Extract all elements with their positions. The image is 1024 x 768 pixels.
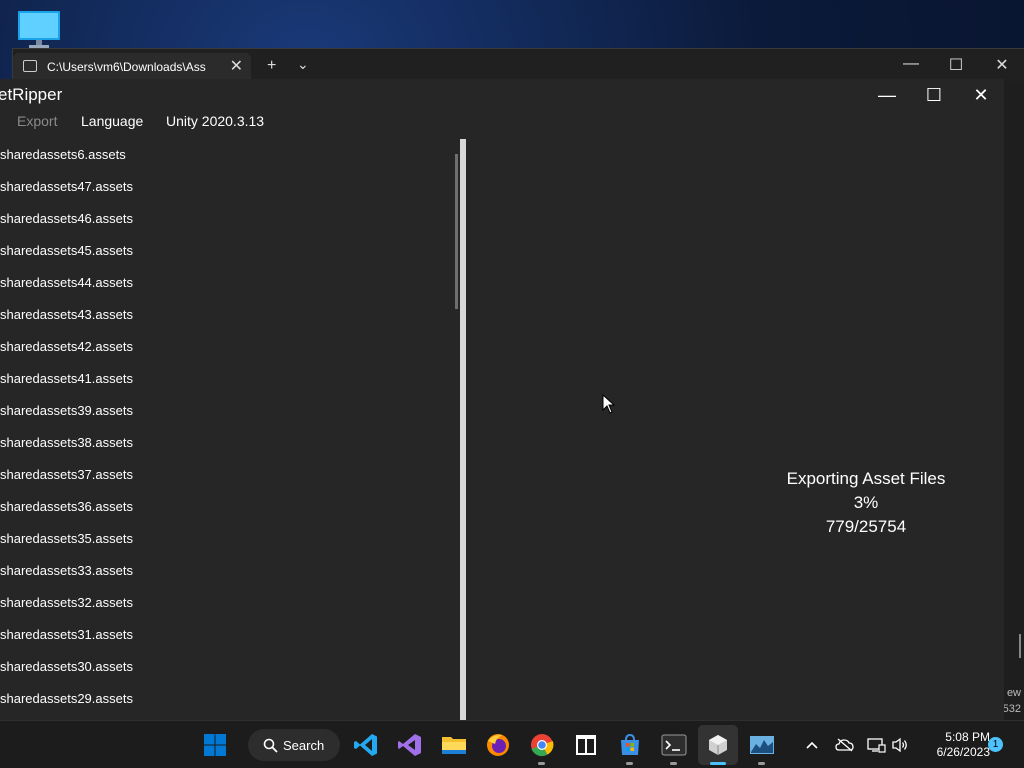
terminal-icon[interactable] [660,731,688,759]
panel-splitter[interactable] [460,139,466,720]
terminal-tab-icon [23,60,37,72]
terminal-tab-title: C:\Users\vm6\Downloads\Ass [47,60,206,74]
taskbar-search-button[interactable]: Search [248,729,340,761]
export-count: 779/25754 [825,517,907,536]
terminal-maximize-button[interactable]: ☐ [946,55,966,75]
list-item[interactable]: sharedassets43.assets [0,299,133,331]
mouse-cursor-icon [602,393,616,414]
assetripper-icon[interactable] [704,731,732,759]
terminal-scrollbar[interactable] [1019,634,1021,658]
list-item[interactable]: sharedassets29.assets [0,683,133,715]
export-status-text: Exporting Asset Files [786,469,946,488]
list-item[interactable]: sharedassets41.assets [0,363,133,395]
notification-badge[interactable]: 1 [988,737,1003,752]
export-percent: 3% [853,493,879,512]
running-indicator [758,762,765,765]
list-item[interactable]: sharedassets39.assets [0,395,133,427]
app-title: etRipper [0,85,63,104]
menu-language[interactable]: Language [81,113,143,129]
asset-file-list[interactable]: sharedassets6.assets sharedassets47.asse… [0,139,460,720]
taskbar-clock[interactable]: 5:08 PM 6/26/2023 [920,730,990,760]
chevron-up-icon[interactable] [802,735,822,755]
list-item[interactable]: sharedassets33.assets [0,555,133,587]
list-item[interactable]: sharedassets46.assets [0,203,133,235]
running-indicator [538,762,545,765]
list-item[interactable]: sharedassets32.assets [0,587,133,619]
firefox-icon[interactable] [484,731,512,759]
start-icon[interactable] [201,731,229,759]
network-icon[interactable] [866,735,886,755]
terminal-text-line: 532 [1002,703,1021,715]
snipping-tool-icon[interactable] [572,731,600,759]
list-item[interactable]: sharedassets6.assets [0,139,126,171]
list-item[interactable]: sharedassets37.assets [0,459,133,491]
running-indicator [670,762,677,765]
list-item[interactable]: sharedassets30.assets [0,651,133,683]
list-item[interactable]: sharedassets45.assets [0,235,133,267]
terminal-tab[interactable]: C:\Users\vm6\Downloads\Ass ✕ [13,53,251,81]
app-close-button[interactable]: ✕ [966,83,996,107]
terminal-tab-close-icon[interactable]: ✕ [230,56,243,76]
onedrive-offline-icon[interactable] [835,735,855,755]
active-indicator [710,762,726,765]
list-item[interactable]: sharedassets42.assets [0,331,133,363]
app-minimize-button[interactable]: — [872,83,902,107]
menu-bar: Export Language Unity 2020.3.13 [0,113,1004,135]
menu-export[interactable]: Export [17,113,57,129]
list-item[interactable]: sharedassets36.assets [0,491,133,523]
terminal-close-button[interactable]: ✕ [992,55,1012,75]
list-item[interactable]: sharedassets31.assets [0,619,133,651]
microsoft-store-icon[interactable] [616,731,644,759]
vscode-icon[interactable] [352,731,380,759]
export-progress: Exporting Asset Files 3% 779/25754 [740,467,992,539]
list-item[interactable]: sharedassets44.assets [0,267,133,299]
volume-icon[interactable] [890,735,910,755]
file-list-scrollbar[interactable] [455,154,458,309]
tab-dropdown-icon[interactable]: ⌄ [297,56,309,73]
app-titlebar: etRipper — ☐ ✕ [0,79,1004,111]
list-item[interactable]: sharedassets35.assets [0,523,133,555]
terminal-titlebar: C:\Users\vm6\Downloads\Ass ✕ + ⌄ — ☐ ✕ [13,49,1024,81]
search-label: Search [283,738,325,753]
chrome-icon[interactable] [528,731,556,759]
clock-time: 5:08 PM [945,730,990,744]
list-item[interactable]: sharedassets47.assets [0,171,133,203]
menu-unity-version[interactable]: Unity 2020.3.13 [166,113,264,129]
this-pc-icon[interactable] [14,8,64,52]
app-maximize-button[interactable]: ☐ [919,83,949,107]
search-icon [263,738,278,753]
performance-monitor-icon[interactable] [748,731,776,759]
assetripper-window: etRipper — ☐ ✕ Export Language Unity 202… [0,79,1004,720]
file-explorer-icon[interactable] [440,731,468,759]
clock-date: 6/26/2023 [936,745,990,759]
terminal-text-line: ew [1006,687,1021,699]
terminal-text-fragment: ew 532 [1001,685,1021,717]
taskbar: Search 5:08 PM 6/26/2023 1 [0,720,1024,768]
visual-studio-icon[interactable] [396,731,424,759]
terminal-minimize-button[interactable]: — [901,55,921,73]
list-item[interactable]: sharedassets38.assets [0,427,133,459]
new-tab-button[interactable]: + [267,57,276,75]
running-indicator [626,762,633,765]
